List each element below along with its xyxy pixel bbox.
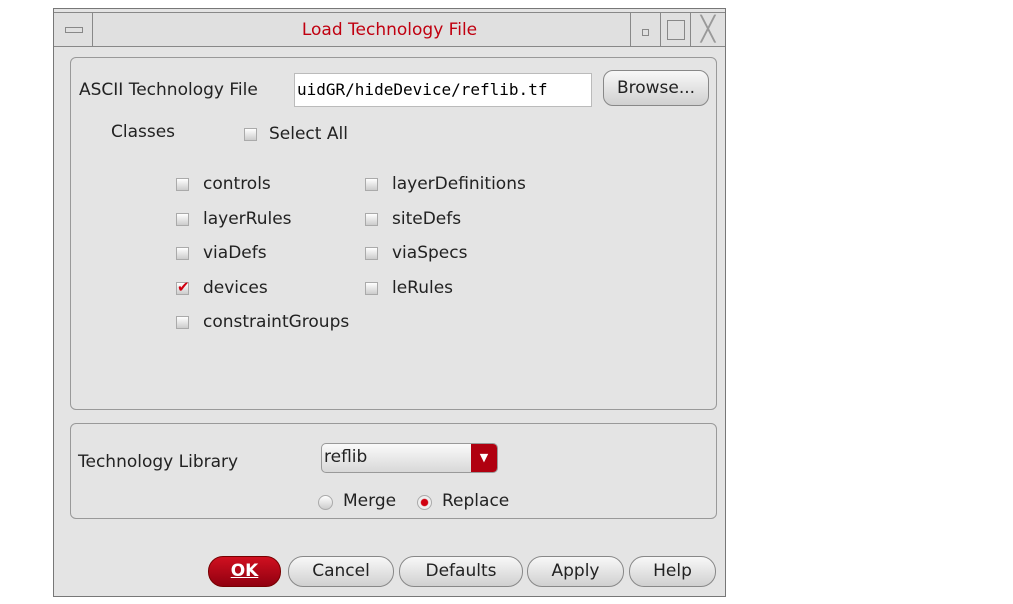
class-label: siteDefs [392, 208, 462, 229]
technology-library-label: Technology Library [78, 452, 239, 472]
checkbox-viaSpecs[interactable] [365, 247, 378, 260]
technology-file-panel: ASCII Technology File uidGR/hideDevice/r… [70, 57, 717, 410]
class-label: viaDefs [203, 243, 267, 263]
class-label: layerRules [203, 208, 292, 229]
help-button[interactable]: Help [629, 556, 716, 587]
checkbox-leRules[interactable] [365, 281, 378, 295]
ok-label: OK [230, 561, 259, 581]
ok-button[interactable]: OK [208, 556, 281, 587]
select-all-label: Select All [269, 124, 348, 144]
classes-label: Classes [111, 122, 176, 142]
title-bar: Load Technology File ╳ [54, 12, 725, 47]
close-icon: ╳ [700, 15, 716, 43]
checkbox-devices[interactable]: ✔ [176, 278, 190, 296]
ascii-file-input[interactable]: uidGR/hideDevice/reflib.tf [294, 73, 592, 107]
checkbox-viaDefs[interactable] [176, 247, 189, 260]
class-label: viaSpecs [392, 243, 468, 263]
replace-label: Replace [442, 491, 510, 511]
class-label: controls [203, 174, 271, 194]
technology-library-panel: Technology Library reflib ▼ Merge Replac… [70, 423, 717, 519]
checkbox-layerRules[interactable] [176, 212, 189, 226]
ascii-file-label: ASCII Technology File [79, 80, 258, 100]
checkbox-siteDefs[interactable] [365, 212, 378, 226]
load-technology-file-dialog: Load Technology File ╳ ASCII Technology … [53, 8, 726, 597]
defaults-button[interactable]: Defaults [399, 556, 523, 587]
chevron-down-icon: ▼ [471, 444, 497, 472]
class-label: devices [203, 277, 268, 298]
class-label: leRules [392, 277, 454, 298]
close-button[interactable]: ╳ [690, 13, 725, 46]
dropdown-value: reflib [324, 447, 368, 467]
technology-library-dropdown[interactable]: reflib ▼ [321, 443, 498, 473]
merge-radio[interactable] [318, 495, 333, 510]
replace-radio[interactable] [417, 495, 432, 510]
window-title: Load Technology File [301, 20, 478, 40]
minimize-button[interactable] [630, 13, 660, 46]
checkbox-controls[interactable] [176, 178, 189, 191]
minimize-icon [642, 29, 649, 36]
select-all-checkbox[interactable] [244, 128, 257, 141]
checkmark-icon: ✔ [177, 277, 190, 296]
browse-button[interactable]: Browse... [603, 70, 709, 106]
cancel-button[interactable]: Cancel [288, 556, 394, 587]
class-label: layerDefinitions [392, 174, 526, 194]
merge-label: Merge [343, 491, 397, 511]
class-label: constraintGroups [203, 312, 350, 332]
checkbox-layerDefinitions[interactable] [365, 178, 378, 191]
apply-button[interactable]: Apply [527, 556, 624, 587]
maximize-icon [667, 20, 685, 40]
maximize-button[interactable] [660, 13, 690, 46]
checkbox-constraintGroups[interactable] [176, 316, 189, 329]
